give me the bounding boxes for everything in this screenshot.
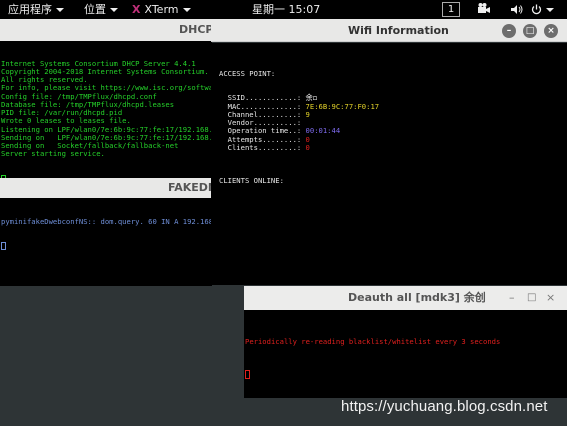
power-icon: [531, 3, 542, 16]
window-title: Deauth all [mdk3] 余创: [348, 291, 486, 304]
xterm-app-label: XTerm: [144, 3, 179, 16]
power-menu[interactable]: [531, 0, 554, 19]
maximize-button[interactable]: □: [527, 286, 536, 310]
wifi-info-titlebar[interactable]: Wifi Information – □ ×: [211, 19, 567, 42]
dhcp-titlebar[interactable]: DHCP: [0, 19, 212, 41]
applications-menu-label: 应用程序: [8, 3, 52, 16]
chevron-down-icon: [546, 8, 554, 12]
minimize-button[interactable]: –: [502, 24, 516, 38]
close-button[interactable]: ×: [544, 24, 558, 38]
deauth-terminal[interactable]: Periodically re-reading blacklist/whitel…: [244, 310, 567, 398]
chevron-down-icon: [182, 8, 191, 12]
wifi-field-value: 7E:6B:9C:77:F0:17: [301, 101, 380, 111]
wifi-info-terminal[interactable]: ACCESS POINT: SSID............: 余◻ MAC..…: [211, 43, 567, 285]
window-title: FAKEDN: [168, 181, 212, 194]
clock[interactable]: 星期一 15:07: [252, 0, 320, 19]
top-panel: 应用程序 位置 X XTerm 星期一 15:07 1: [0, 0, 567, 19]
wifi-field-value: 9: [301, 109, 310, 119]
workspace-indicator[interactable]: 1: [442, 2, 460, 17]
deauth-titlebar[interactable]: Deauth all [mdk3] 余创 – □ ×: [244, 286, 567, 310]
video-camera-icon[interactable]: [478, 0, 491, 19]
places-menu[interactable]: 位置: [84, 0, 118, 19]
maximize-button[interactable]: □: [523, 24, 537, 38]
xterm-app-menu[interactable]: X XTerm: [132, 0, 191, 19]
xterm-icon: X: [132, 3, 141, 16]
wifi-info-window[interactable]: Wifi Information – □ × ACCESS POINT: SSI…: [211, 19, 567, 285]
dhcp-terminal[interactable]: Internet Systems Consortium DHCP Server …: [0, 41, 212, 179]
applications-menu[interactable]: 应用程序: [8, 0, 64, 19]
access-point-heading: ACCESS POINT:: [219, 68, 276, 78]
clients-online-heading: CLIENTS ONLINE:: [219, 175, 284, 185]
close-button[interactable]: ×: [546, 286, 555, 310]
window-title: Wifi Information: [348, 24, 449, 37]
terminal-cursor: [1, 242, 6, 251]
chevron-down-icon: [56, 8, 64, 12]
chevron-down-icon: [110, 8, 118, 12]
volume-icon[interactable]: [511, 0, 523, 19]
places-menu-label: 位置: [84, 3, 106, 16]
minimize-button[interactable]: –: [509, 286, 515, 310]
window-title: DHCP: [179, 23, 212, 36]
watermark: https://yuchuang.blog.csdn.net: [341, 398, 548, 415]
wifi-field-label: Clients.........:: [219, 142, 302, 152]
fakedns-window[interactable]: FAKEDN pyminifakeDwebconfNS:: dom.query.…: [0, 178, 212, 286]
terminal-cursor: [245, 370, 250, 380]
dhcp-window[interactable]: DHCP Internet Systems Consortium DHCP Se…: [0, 19, 212, 179]
deauth-window[interactable]: Deauth all [mdk3] 余创 – □ × Periodically …: [244, 286, 567, 398]
fakedns-terminal[interactable]: pyminifakeDwebconfNS:: dom.query. 60 IN …: [0, 198, 212, 286]
dns-query-line: pyminifakeDwebconfNS:: dom.query. 60 IN …: [1, 216, 212, 226]
fakedns-titlebar[interactable]: FAKEDN: [0, 178, 212, 198]
terminal-line: Server starting service.: [1, 149, 105, 159]
wifi-field-value: 0: [301, 142, 310, 152]
wifi-field-row: Clients.........: 0: [219, 142, 567, 152]
deauth-status-line: Periodically re-reading blacklist/whitel…: [245, 336, 501, 346]
